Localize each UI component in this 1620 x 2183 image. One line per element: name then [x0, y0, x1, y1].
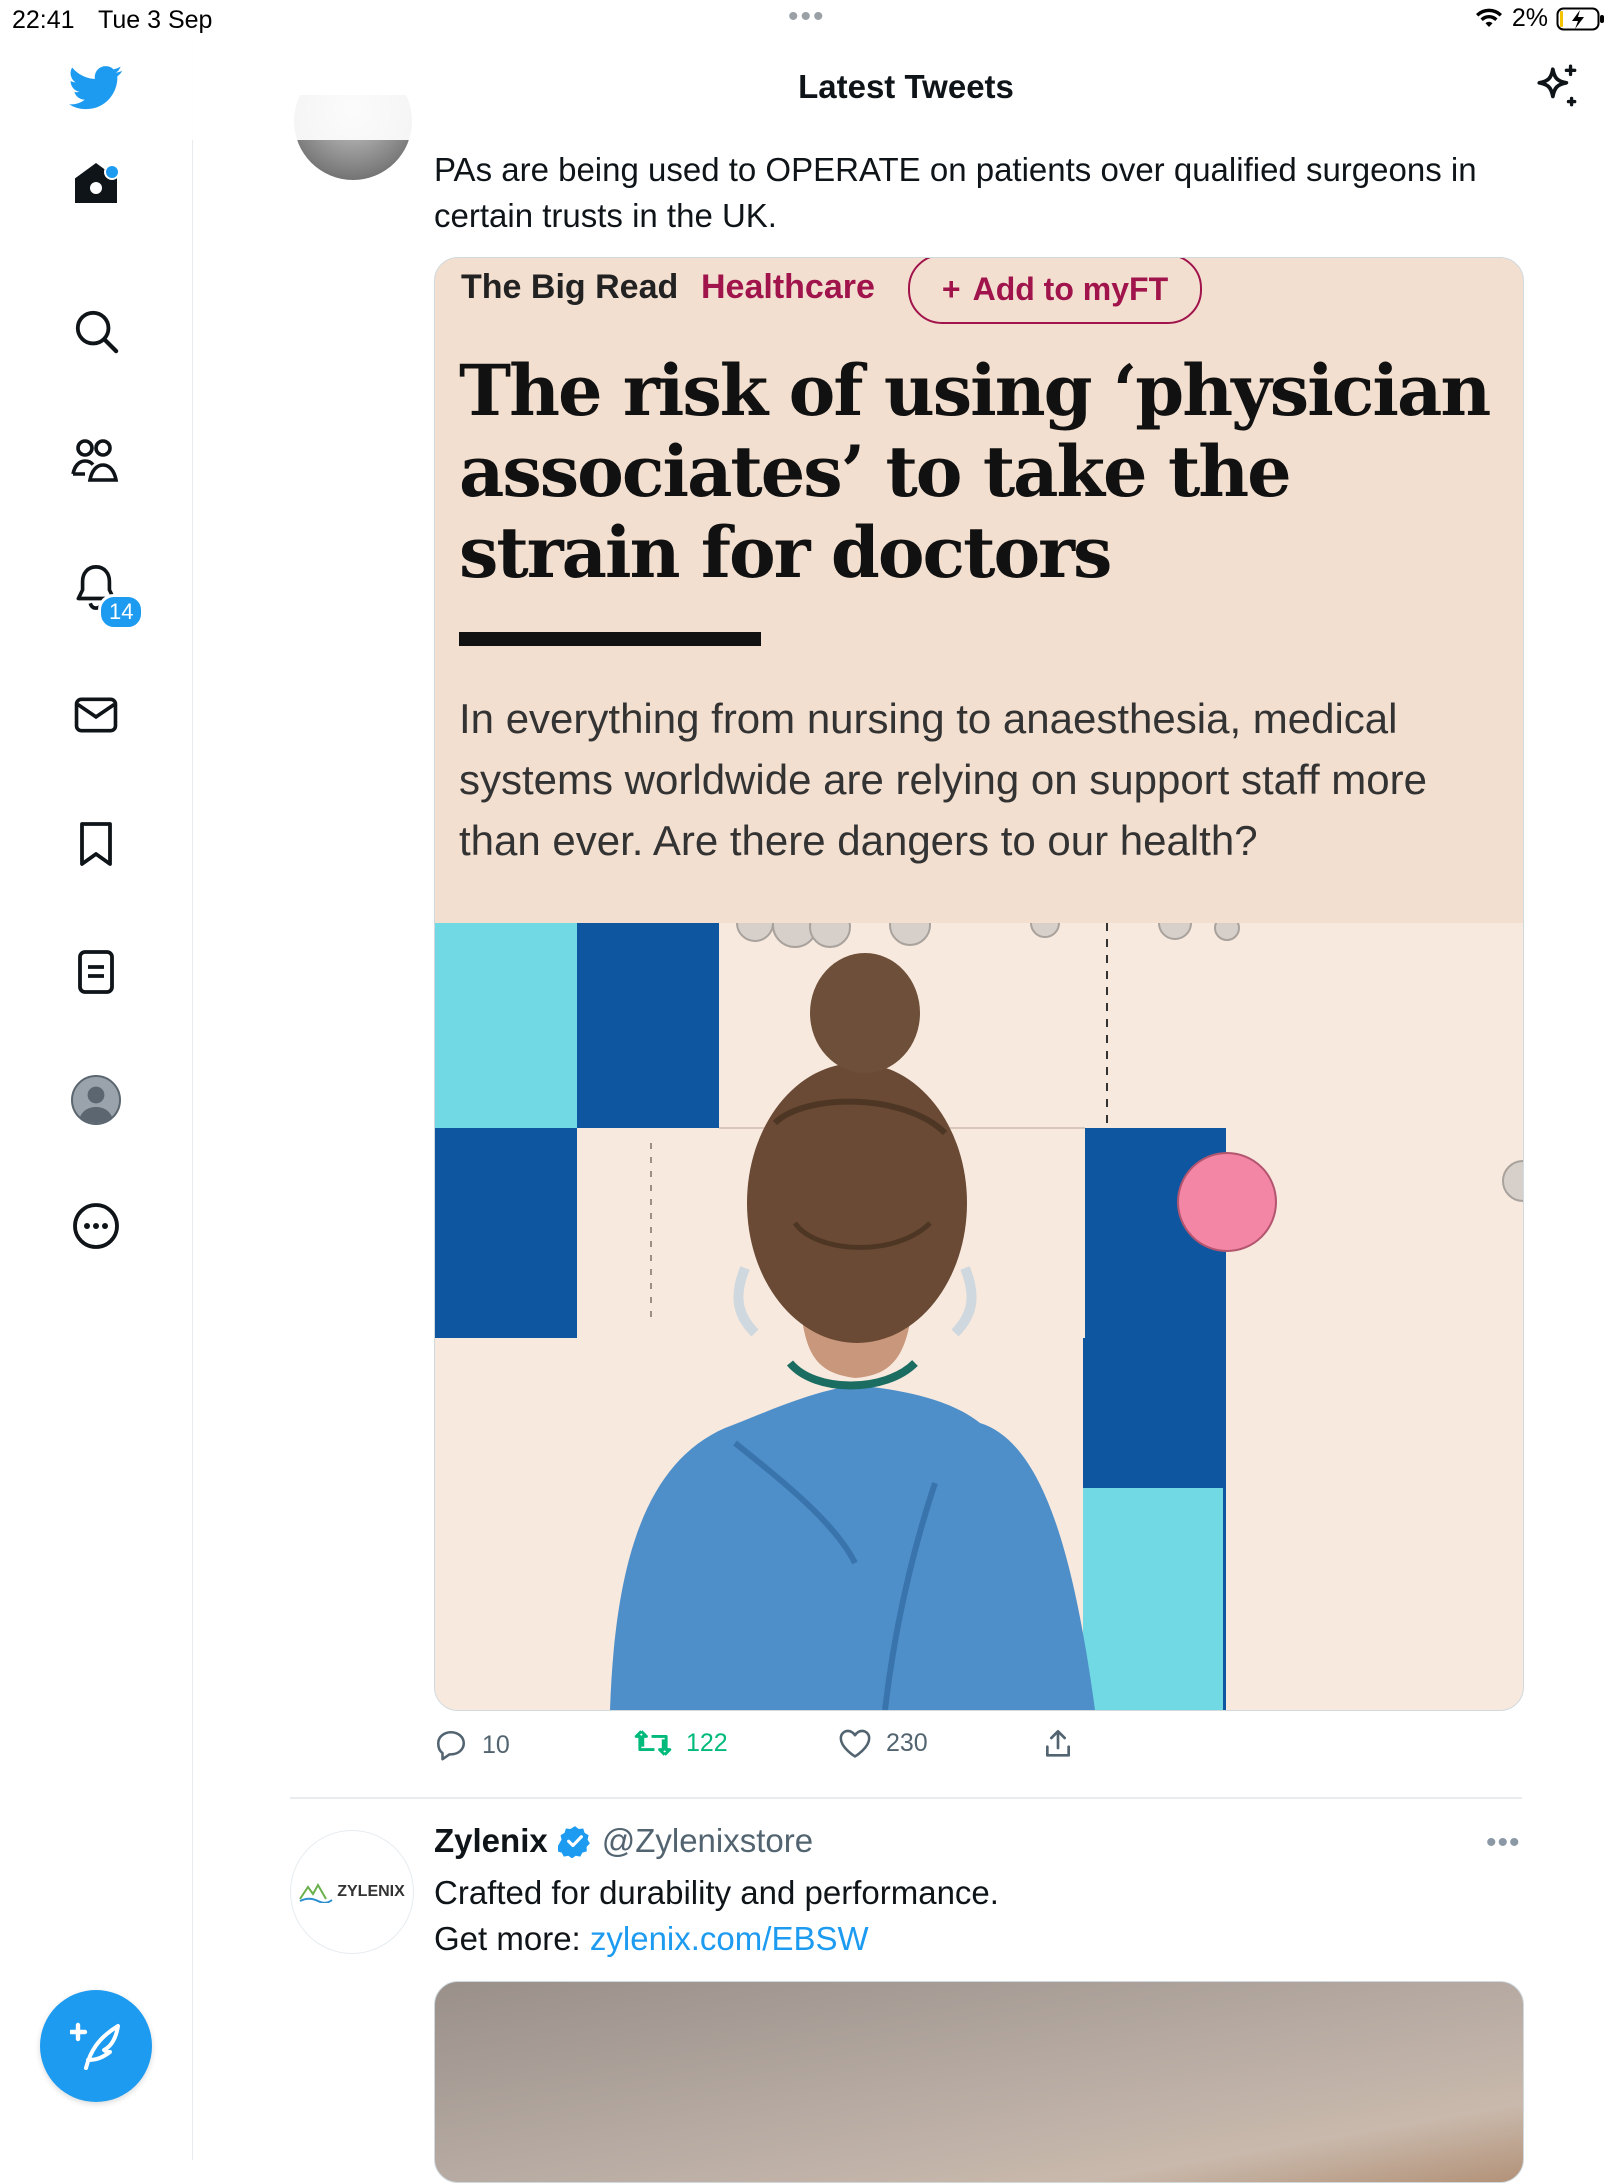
multitasking-dots-icon[interactable]: ••• — [788, 0, 826, 34]
sidebar-item-lists[interactable] — [0, 948, 192, 996]
sidebar-item-communities[interactable] — [0, 436, 192, 484]
like-button[interactable]: 230 — [838, 1728, 928, 1758]
tweet2-author[interactable]: Zylenix @Zylenixstore — [434, 1822, 813, 1860]
share-icon — [1046, 1730, 1070, 1757]
sparkle-icon — [1537, 64, 1577, 107]
ft-section-label: The Big Read — [461, 268, 679, 306]
author-handle: @Zylenixstore — [601, 1822, 814, 1859]
heart-icon — [839, 1729, 871, 1758]
nurse-illustration — [435, 923, 1523, 1710]
sidebar: 14 — [0, 40, 193, 2160]
battery-charging-icon — [1556, 7, 1604, 30]
messages-icon — [74, 697, 118, 733]
profile-icon — [71, 1075, 121, 1125]
tweet-actions: 10 122 230 — [434, 1728, 1134, 1768]
retweet-button[interactable]: 122 — [634, 1728, 728, 1758]
status-date: Tue 3 Sep — [98, 6, 213, 34]
retweet-count: 122 — [686, 1728, 728, 1757]
reply-icon — [436, 1730, 466, 1761]
add-to-myft-button: + Add to myFT — [908, 258, 1202, 324]
tweet-text: PAs are being used to OPERATE on patient… — [434, 151, 1477, 234]
status-bar: 22:41 Tue 3 Sep ••• 2% — [0, 0, 1620, 40]
article-illustration — [435, 923, 1523, 1710]
tweet2-text: Crafted for durability and performance. … — [434, 1874, 999, 1957]
verified-badge-icon — [557, 1826, 590, 1858]
communities-icon — [71, 439, 119, 482]
reply-count: 10 — [482, 1730, 510, 1759]
sidebar-item-messages[interactable] — [0, 694, 192, 736]
reply-button[interactable]: 10 — [434, 1728, 510, 1762]
wifi-icon — [1475, 8, 1502, 27]
sidebar-item-notifications[interactable]: 14 — [0, 562, 192, 630]
compose-icon — [70, 2022, 120, 2070]
lists-icon — [78, 950, 114, 994]
top-bar: Latest Tweets — [192, 40, 1620, 140]
search-icon — [75, 310, 119, 354]
twitter-logo-icon[interactable] — [0, 65, 192, 111]
plus-icon: + — [941, 270, 961, 307]
like-count: 230 — [886, 1728, 928, 1757]
sidebar-item-more[interactable] — [0, 1202, 192, 1250]
more-icon — [73, 1203, 119, 1249]
sidebar-item-profile[interactable] — [0, 1074, 192, 1126]
zylenix-avatar[interactable]: ZYLENIX — [290, 1830, 414, 1954]
notifications-badge: 14 — [98, 594, 145, 630]
tweet-more-options-icon[interactable]: ••• — [1486, 1826, 1521, 1860]
sidebar-item-bookmarks[interactable] — [0, 820, 192, 868]
headline-rule — [459, 632, 761, 646]
tweet-divider — [290, 1797, 1522, 1799]
author-name: Zylenix — [434, 1822, 548, 1859]
compose-tweet-button[interactable] — [40, 1990, 152, 2102]
ft-standfirst: In everything from nursing to anaesthesi… — [459, 695, 1427, 864]
sidebar-item-home[interactable] — [0, 160, 192, 206]
tweet2-media[interactable] — [434, 1981, 1524, 2183]
ft-headline: The risk of using ‘physician associates’… — [459, 349, 1491, 594]
ft-article-header: The Big Read Healthcare + Add to myFT Th… — [435, 258, 1523, 923]
tweet-media-card[interactable]: The Big Read Healthcare + Add to myFT Th… — [434, 257, 1524, 1711]
tweet2-link[interactable]: zylenix.com/EBSW — [590, 1920, 869, 1957]
retweet-icon — [634, 1730, 672, 1756]
ft-topic-label: Healthcare — [701, 268, 875, 306]
share-button[interactable] — [1042, 1728, 1074, 1760]
page-title: Latest Tweets — [798, 68, 1014, 105]
battery-percent: 2% — [1511, 4, 1548, 32]
home-unread-dot — [104, 164, 120, 180]
status-time: 22:41 — [12, 6, 75, 34]
top-tweets-toggle[interactable] — [1532, 62, 1582, 117]
mountain-logo-icon — [299, 1882, 333, 1903]
bookmarks-icon — [80, 822, 112, 866]
status-indicators: 2% — [1474, 4, 1606, 33]
sidebar-item-search[interactable] — [0, 308, 192, 354]
